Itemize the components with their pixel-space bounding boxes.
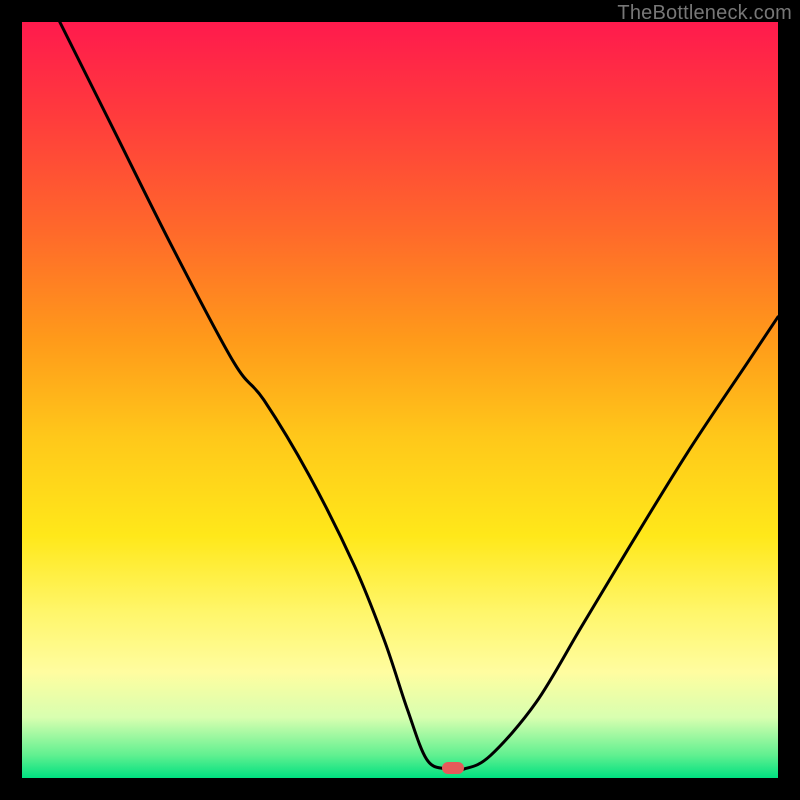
- plot-area: [22, 22, 778, 778]
- minimum-marker: [442, 762, 464, 774]
- chart-container: TheBottleneck.com: [0, 0, 800, 800]
- bottleneck-curve: [22, 22, 778, 778]
